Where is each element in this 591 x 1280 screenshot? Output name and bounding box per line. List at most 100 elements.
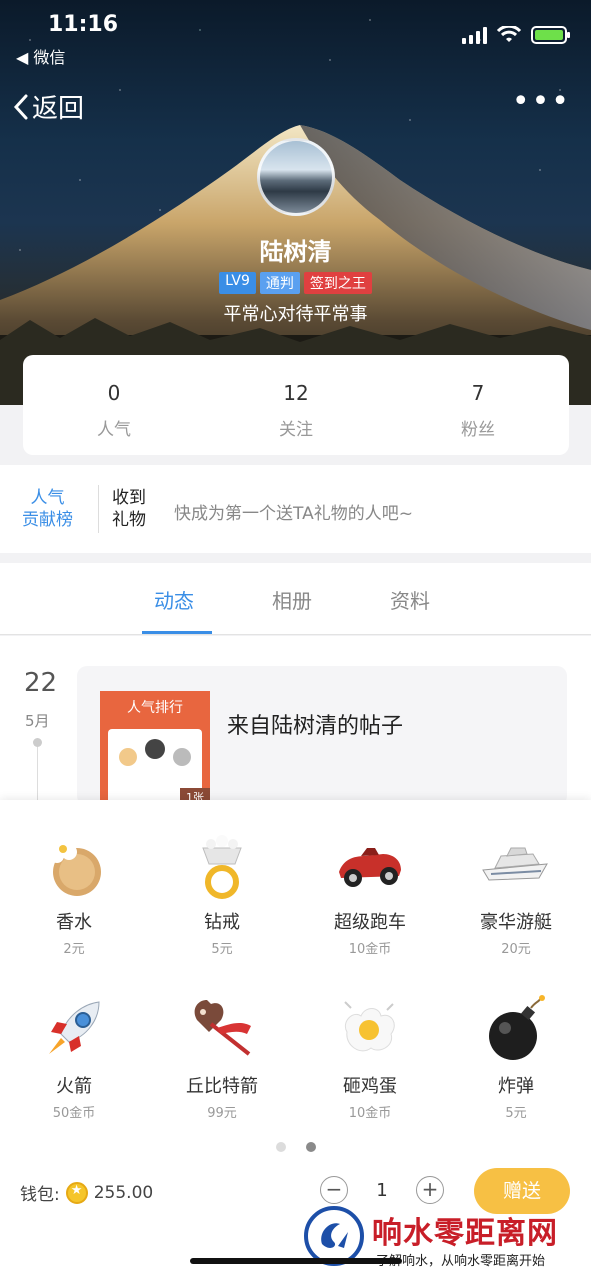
post-title: 来自陆树清的帖子 [227, 714, 404, 739]
gift-name: 炸弹 [498, 1076, 534, 1097]
gift-price: 10金币 [348, 1106, 392, 1121]
more-dots-icon[interactable]: ••• [512, 87, 571, 117]
egg-icon [335, 994, 405, 1064]
profile-name: 陆树清 [259, 238, 332, 266]
gift-name: 香水 [56, 912, 92, 933]
battery-icon [531, 26, 570, 44]
coin-icon [65, 1181, 88, 1204]
received-gifts-label: 收到 礼物 [112, 487, 146, 531]
diamond-ring-icon [187, 830, 257, 900]
popularity-rank-link[interactable]: 人气 贡献榜 [22, 487, 73, 531]
race-car-icon [335, 830, 405, 900]
gift-price: 20元 [501, 942, 531, 957]
recv-label-line1: 收到 [112, 488, 146, 508]
gift-diamond-ring[interactable]: 钻戒 5元 [152, 830, 292, 957]
wallet-amount: 255.00 [93, 1182, 154, 1203]
thumbnail-title: 人气排行 [127, 700, 183, 716]
stat-popularity[interactable]: 0 人气 [23, 355, 205, 455]
watermark-title: 响水零距离网 [372, 1216, 558, 1251]
quantity-stepper: − 1 + [320, 1176, 444, 1204]
chevron-left-icon [13, 94, 28, 119]
gift-hint-text: 快成为第一个送TA礼物的人吧~ [174, 504, 413, 524]
signal-icon [462, 26, 487, 44]
post-card[interactable]: 人气排行 1张 来自陆树清的帖子 [77, 666, 567, 806]
profile-header-background: 11:16 ◀ 微信 返回 ••• 陆树清 LV9 通判 签到之王 平常心对待平… [0, 0, 591, 405]
stat-value: 7 [471, 381, 485, 405]
rocket-icon [39, 994, 109, 1064]
gift-price: 5元 [211, 942, 233, 957]
wifi-icon [497, 26, 521, 42]
gift-rocket[interactable]: 火箭 50金币 [4, 994, 144, 1121]
profile-badges: LV9 通判 签到之王 [0, 272, 591, 294]
stat-label: 粉丝 [461, 420, 495, 440]
stat-following[interactable]: 12 关注 [205, 355, 387, 455]
stat-label: 关注 [279, 420, 313, 440]
title-badge: 通判 [259, 272, 300, 294]
status-time: 11:16 [48, 12, 119, 37]
gift-page-indicator [276, 1142, 316, 1152]
gift-yacht[interactable]: 豪华游艇 20元 [446, 830, 586, 957]
gift-contribution-strip: 人气 贡献榜 收到 礼物 快成为第一个送TA礼物的人吧~ [0, 465, 591, 553]
increment-button[interactable]: + [416, 1176, 444, 1204]
gift-price: 99元 [207, 1106, 237, 1121]
stat-value: 0 [107, 381, 121, 405]
perfume-icon [39, 830, 109, 900]
feed-list: 22 5月 人气排行 1张 来自陆树清的帖子 [0, 636, 591, 807]
watermark-logo-icon [304, 1206, 364, 1266]
page-dot[interactable] [276, 1142, 286, 1152]
gift-price: 5元 [505, 1106, 527, 1121]
back-button[interactable]: 返回 [12, 88, 84, 125]
gift-perfume[interactable]: 香水 2元 [4, 830, 144, 957]
gift-bomb[interactable]: 炸弹 5元 [446, 994, 586, 1121]
gift-price: 2元 [63, 942, 85, 957]
active-tab-indicator [142, 631, 212, 634]
stat-value: 12 [283, 381, 309, 405]
tab-posts[interactable]: 动态 [154, 585, 194, 614]
stat-label: 人气 [97, 420, 131, 440]
wallet-label: 钱包: [20, 1185, 60, 1205]
gift-cupid-arrow[interactable]: 丘比特箭 99元 [152, 994, 292, 1121]
tab-profile[interactable]: 资料 [390, 585, 430, 614]
post-thumbnail[interactable]: 人气排行 1张 [100, 691, 210, 806]
navigation-bar: 返回 ••• [0, 84, 591, 128]
rank-label-line1: 人气 [30, 488, 65, 508]
gift-name: 钻戒 [204, 912, 240, 933]
bomb-icon [481, 994, 551, 1064]
gift-name: 豪华游艇 [480, 912, 552, 933]
quantity-value[interactable]: 1 [348, 1180, 416, 1201]
page-dot-active[interactable] [306, 1142, 316, 1152]
tab-album[interactable]: 相册 [272, 585, 312, 614]
decrement-button[interactable]: − [320, 1176, 348, 1204]
gift-race-car[interactable]: 超级跑车 10金币 [300, 830, 440, 957]
gift-price: 10金币 [348, 942, 392, 957]
recv-label-line2: 礼物 [112, 510, 146, 530]
gift-name: 砸鸡蛋 [343, 1076, 397, 1097]
divider [98, 485, 99, 533]
back-label: 返回 [32, 94, 85, 124]
rank-label-line2: 贡献榜 [22, 510, 73, 530]
gift-egg[interactable]: 砸鸡蛋 10金币 [300, 994, 440, 1121]
wallet-balance: 钱包: 255.00 [20, 1180, 153, 1205]
post-date-day: 22 [24, 668, 58, 698]
gift-price: 50金币 [52, 1106, 96, 1121]
cupid-arrow-icon [187, 994, 257, 1064]
post-date-month: 5月 [25, 712, 50, 730]
status-bar: 11:16 [0, 0, 591, 44]
gift-name: 火箭 [56, 1076, 92, 1097]
back-to-wechat[interactable]: ◀ 微信 [16, 44, 65, 68]
level-badge: LV9 [219, 272, 256, 294]
home-indicator[interactable] [190, 1258, 402, 1264]
stats-card: 0 人气 12 关注 7 粉丝 [23, 355, 569, 455]
timeline-line [37, 747, 38, 807]
profile-tabs: 动态 相册 资料 [0, 563, 591, 635]
yacht-icon [481, 830, 551, 900]
profile-motto: 平常心对待平常事 [223, 304, 368, 325]
gift-name: 丘比特箭 [186, 1076, 258, 1097]
avatar[interactable] [257, 138, 335, 216]
gift-name: 超级跑车 [334, 912, 406, 933]
checkin-badge: 签到之王 [303, 272, 372, 294]
stat-followers[interactable]: 7 粉丝 [387, 355, 569, 455]
status-icons [462, 26, 570, 44]
timeline-dot [33, 738, 42, 747]
site-watermark: 响水零距离网 了解响水，从响水零距离开始 [300, 1202, 591, 1280]
